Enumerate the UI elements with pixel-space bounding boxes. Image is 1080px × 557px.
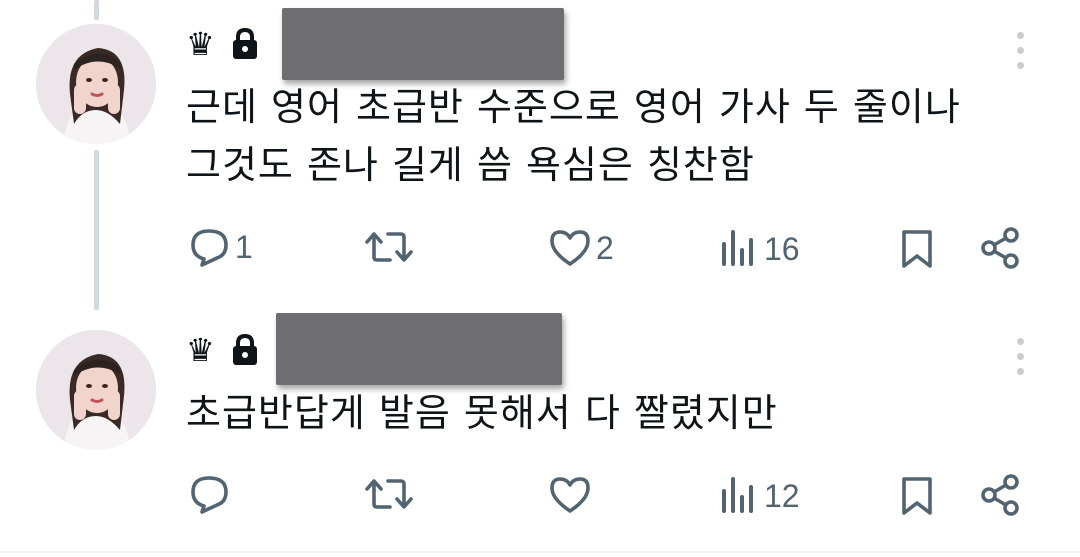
divider xyxy=(0,551,1080,553)
retweet-button[interactable] xyxy=(364,476,414,512)
bookmark-icon xyxy=(902,477,932,515)
views-icon xyxy=(722,477,753,513)
share-button[interactable] xyxy=(978,473,1022,517)
reply-count: 1 xyxy=(235,228,253,265)
redacted-username xyxy=(282,8,564,80)
more-vertical-icon[interactable] xyxy=(1012,338,1028,383)
share-icon xyxy=(981,474,1019,516)
bookmark-button[interactable] xyxy=(898,228,936,270)
like-icon xyxy=(550,477,590,513)
reply-icon xyxy=(191,476,228,514)
views-count: 16 xyxy=(764,230,800,267)
crown-icon: ♛ xyxy=(186,331,215,369)
bookmark-icon xyxy=(902,230,932,268)
like-button[interactable]: 2 xyxy=(548,229,614,267)
redacted-username xyxy=(276,313,562,385)
retweet-icon xyxy=(365,232,413,262)
retweet-icon xyxy=(365,479,413,509)
tweet-text: 근데 영어 초급반 수준으로 영어 가사 두 줄이나 그것도 존나 길게 씀 욕… xyxy=(186,85,961,187)
lock-icon xyxy=(229,27,261,61)
bookmark-button[interactable] xyxy=(898,475,936,517)
tweet-text: 초급반답게 발음 못해서 다 짤렸지만 xyxy=(186,391,778,435)
share-icon xyxy=(981,227,1019,269)
views-count: 12 xyxy=(764,477,800,514)
retweet-button[interactable] xyxy=(364,229,414,265)
avatar[interactable] xyxy=(36,330,156,450)
like-icon xyxy=(550,230,590,266)
lock-icon xyxy=(229,333,261,367)
views-button[interactable]: 16 xyxy=(720,230,800,268)
reply-button[interactable]: 1 xyxy=(189,227,253,267)
author-row: ♛ xyxy=(186,330,261,370)
views-button[interactable]: 12 xyxy=(720,477,800,515)
thread-line xyxy=(94,0,99,20)
reply-icon xyxy=(191,229,228,267)
views-icon xyxy=(722,230,753,266)
more-vertical-icon[interactable] xyxy=(1012,32,1028,77)
like-button[interactable] xyxy=(548,476,596,514)
thread-line xyxy=(94,150,99,310)
profile-photo xyxy=(36,24,156,144)
profile-photo xyxy=(36,330,156,450)
crown-icon: ♛ xyxy=(186,25,215,63)
reply-button[interactable] xyxy=(189,474,235,514)
share-button[interactable] xyxy=(978,226,1022,270)
author-row: ♛ xyxy=(186,24,261,64)
avatar[interactable] xyxy=(36,24,156,144)
like-count: 2 xyxy=(596,229,614,266)
